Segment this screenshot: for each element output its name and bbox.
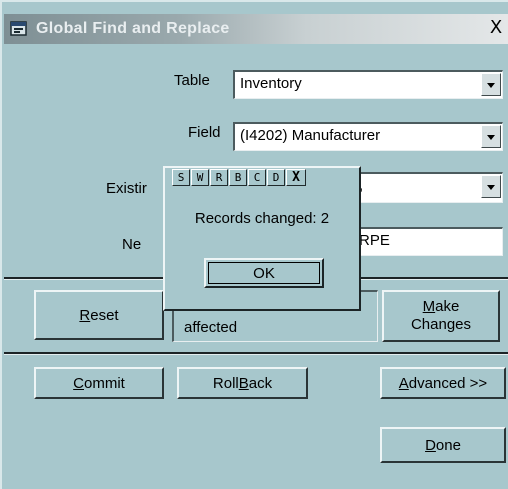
toolbar-w-button[interactable]: W [191, 169, 209, 186]
toolbar-r-button[interactable]: R [210, 169, 228, 186]
commit-button[interactable]: Commit [34, 367, 164, 399]
global-find-replace-window: Global Find and Replace X Table Inventor… [0, 0, 508, 489]
field-select-value: (I4202) Manufacturer [240, 127, 381, 144]
chevron-down-icon[interactable] [481, 73, 501, 96]
app-window-icon [10, 21, 27, 36]
toolbar-b-button[interactable]: B [229, 169, 247, 186]
rollback-button[interactable]: RollBack [177, 367, 308, 399]
toolbar-s-button[interactable]: S [172, 169, 190, 186]
affected-text: affected [184, 319, 238, 336]
make-changes-label-line1: Make [422, 298, 460, 315]
ok-button[interactable]: OK [204, 258, 324, 288]
title-bar[interactable]: Global Find and Replace X [4, 14, 508, 44]
separator [4, 352, 508, 355]
field-label: Field [188, 124, 221, 141]
new-value-input[interactable]: RPE [352, 227, 503, 256]
advanced-button[interactable]: Advanced >> [380, 367, 506, 399]
close-icon[interactable]: X [286, 169, 306, 186]
records-changed-message: Records changed: 2 [194, 210, 330, 227]
new-value-text: RPE [359, 232, 390, 249]
toolbar-d-button[interactable]: D [267, 169, 285, 186]
rollback-button-label: RollBack [212, 374, 273, 392]
done-button[interactable]: Done [380, 427, 506, 463]
records-changed-dialog: S W R B C D X Records changed: 2 OK [163, 166, 361, 311]
commit-button-label: Commit [73, 374, 125, 392]
field-select[interactable]: (I4202) Manufacturer [233, 122, 503, 151]
dialog-toolbar: S W R B C D X [172, 169, 307, 186]
reset-button[interactable]: Reset [34, 290, 164, 340]
toolbar-c-button[interactable]: C [248, 169, 266, 186]
reset-button-label: Reset [79, 306, 119, 324]
table-select[interactable]: Inventory [233, 70, 503, 99]
table-select-value: Inventory [240, 75, 302, 92]
table-label: Table [174, 72, 210, 89]
make-changes-label-line2: Changes [410, 316, 472, 333]
chevron-down-icon[interactable] [481, 125, 501, 148]
done-button-label: Done [425, 436, 461, 454]
existing-select[interactable]: , [352, 172, 503, 203]
close-icon[interactable]: X [486, 17, 506, 39]
make-changes-button[interactable]: Make Changes [382, 290, 500, 342]
advanced-button-label: Advanced >> [398, 374, 488, 392]
new-label: Ne [122, 236, 142, 253]
window-title: Global Find and Replace [36, 20, 230, 37]
chevron-down-icon[interactable] [481, 175, 501, 198]
existing-label: Existir [106, 180, 147, 197]
